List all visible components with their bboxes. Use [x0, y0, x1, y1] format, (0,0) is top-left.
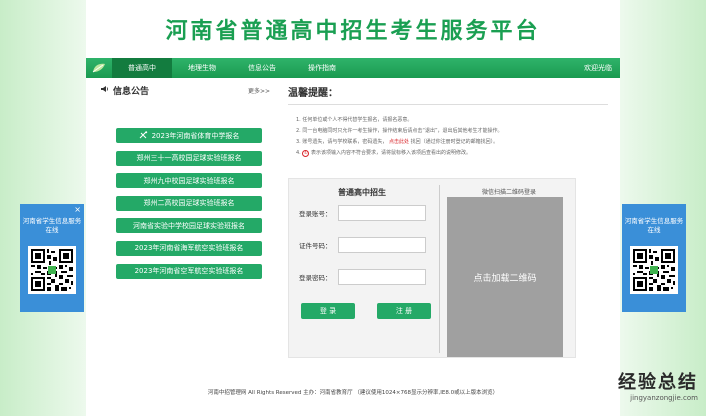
- id-row: 证件号码：: [299, 237, 426, 253]
- login-title: 普通高中招生: [338, 188, 386, 197]
- qr-login-section: 微信扫描二维码登录 点击加载二维码: [447, 179, 571, 357]
- login-button[interactable]: 登 录: [301, 303, 355, 319]
- speaker-icon: [100, 85, 109, 96]
- login-form: 普通高中招生 登录账号： 证件号码： 登录密码： 登 录 注 册: [289, 179, 435, 359]
- announcement-button[interactable]: 郑州二高校园足球实验班报名: [116, 195, 262, 211]
- password-row: 登录密码：: [299, 269, 426, 285]
- tip-text: 表示该项输入内容不符合要求，请将鼠标移入该项后查看出的说明修改。: [310, 150, 471, 156]
- announcement-button[interactable]: 2023年河南省空军航空实验班报名: [116, 263, 262, 279]
- welcome-text: 欢迎光临: [584, 64, 612, 72]
- site-title: 河南省普通高中招生考生服务平台: [165, 19, 541, 44]
- account-input[interactable]: [337, 205, 426, 221]
- password-label: 登录密码：: [299, 274, 332, 282]
- panel-divider: [439, 185, 440, 353]
- error-mark-icon: ①: [302, 150, 310, 157]
- nav-item-general-high-school[interactable]: 普通高中: [112, 58, 172, 78]
- announcement-list: 2023年河南省体育中学报名 郑州三十一高校园足球实验班报名 郑州九中校园足球实…: [116, 128, 262, 286]
- account-row: 登录账号：: [299, 205, 426, 221]
- notice-title: 信息公告: [113, 87, 150, 97]
- header-banner: 河南省普通高中招生考生服务平台: [86, 0, 620, 58]
- volleyball-icon: [139, 130, 148, 141]
- announcement-button[interactable]: 2023年河南省海军航空实验班报名: [116, 240, 262, 256]
- qr-code-icon: [28, 246, 76, 294]
- watermark-cn: 经验总结: [618, 372, 698, 393]
- footer-text: 河南中招管理网 All Rights Reserved 主办：河南省教育厅 （建…: [207, 390, 499, 396]
- close-icon[interactable]: ×: [74, 205, 81, 214]
- service-float-right[interactable]: 河南省学生信息服务在线: [622, 204, 686, 312]
- recover-password-link[interactable]: 点击此处: [389, 139, 409, 145]
- tip-item: 2. 同一台电脑同时只允许一考生操作，操作结束后请点击“退出”，退出后其他考生才…: [296, 128, 503, 134]
- notice-header: 信息公告 更多>>: [100, 84, 270, 97]
- tip-text: 找回（通过你注册时登记的邮箱找回）。: [410, 139, 499, 145]
- service-float-left[interactable]: × 河南省学生信息服务在线: [20, 204, 84, 312]
- announcement-button[interactable]: 2023年河南省体育中学报名: [116, 128, 262, 143]
- load-qr-code-button[interactable]: 点击加载二维码: [447, 197, 563, 357]
- tip-item: 1. 任何单位或个人不得代替学生报名，请报名恶意。: [296, 117, 413, 123]
- announcement-button[interactable]: 河南省实验中学校园足球实验班报名: [116, 218, 262, 234]
- register-button[interactable]: 注 册: [377, 303, 431, 319]
- nav-item-geography-biology[interactable]: 地理生物: [172, 58, 232, 78]
- account-label: 登录账号：: [299, 210, 332, 218]
- id-number-input[interactable]: [337, 237, 426, 253]
- watermark: 经验总结 jingyanzongjie.com: [618, 368, 698, 402]
- more-link[interactable]: 更多>>: [248, 86, 270, 95]
- tip-item: 3. 账号遗失，请与学校联系，密码遗失， 点击此处 找回（通过你注册时登记的邮箱…: [296, 137, 608, 148]
- leaf-logo-icon: [86, 58, 112, 78]
- announcement-button[interactable]: 郑州三十一高校园足球实验班报名: [116, 150, 262, 166]
- nav-item-announcements[interactable]: 信息公告: [232, 58, 292, 78]
- tip-item: 4. ① 表示该项输入内容不符合要求，请将鼠标移入该项后查看出的说明修改。: [296, 148, 608, 159]
- watermark-en: jingyanzongjie.com: [630, 394, 698, 402]
- announcement-button[interactable]: 郑州九中校园足球实验班报名: [116, 173, 262, 189]
- nav-item-guide[interactable]: 操作指南: [292, 58, 352, 78]
- id-label: 证件号码：: [299, 242, 332, 250]
- tip-text: 3. 账号遗失，请与学校联系，密码遗失，: [296, 139, 388, 145]
- password-input[interactable]: [337, 269, 426, 285]
- qr-login-title: 微信扫描二维码登录: [481, 189, 536, 196]
- tips-title: 温馨提醒：: [288, 84, 608, 105]
- main-nav: 普通高中 地理生物 信息公告 操作指南 欢迎光临: [86, 58, 620, 78]
- tips-list: 1. 任何单位或个人不得代替学生报名，请报名恶意。 2. 同一台电脑同时只允许一…: [288, 115, 608, 159]
- service-float-text: 河南省学生信息服务在线: [624, 217, 684, 234]
- service-float-text: 河南省学生信息服务在线: [22, 217, 82, 234]
- page-container: 河南省普通高中招生考生服务平台 普通高中 地理生物 信息公告 操作指南 欢迎光临…: [86, 0, 620, 416]
- login-panel: 普通高中招生 登录账号： 证件号码： 登录密码： 登 录 注 册 微信扫描二维码…: [288, 178, 576, 358]
- main-panel: 温馨提醒： 1. 任何单位或个人不得代替学生报名，请报名恶意。 2. 同一台电脑…: [288, 84, 608, 358]
- tip-number: 4.: [296, 150, 301, 156]
- announcement-label: 2023年河南省体育中学报名: [151, 131, 240, 140]
- notice-section: 信息公告 更多>>: [100, 84, 270, 97]
- qr-code-icon: [630, 246, 678, 294]
